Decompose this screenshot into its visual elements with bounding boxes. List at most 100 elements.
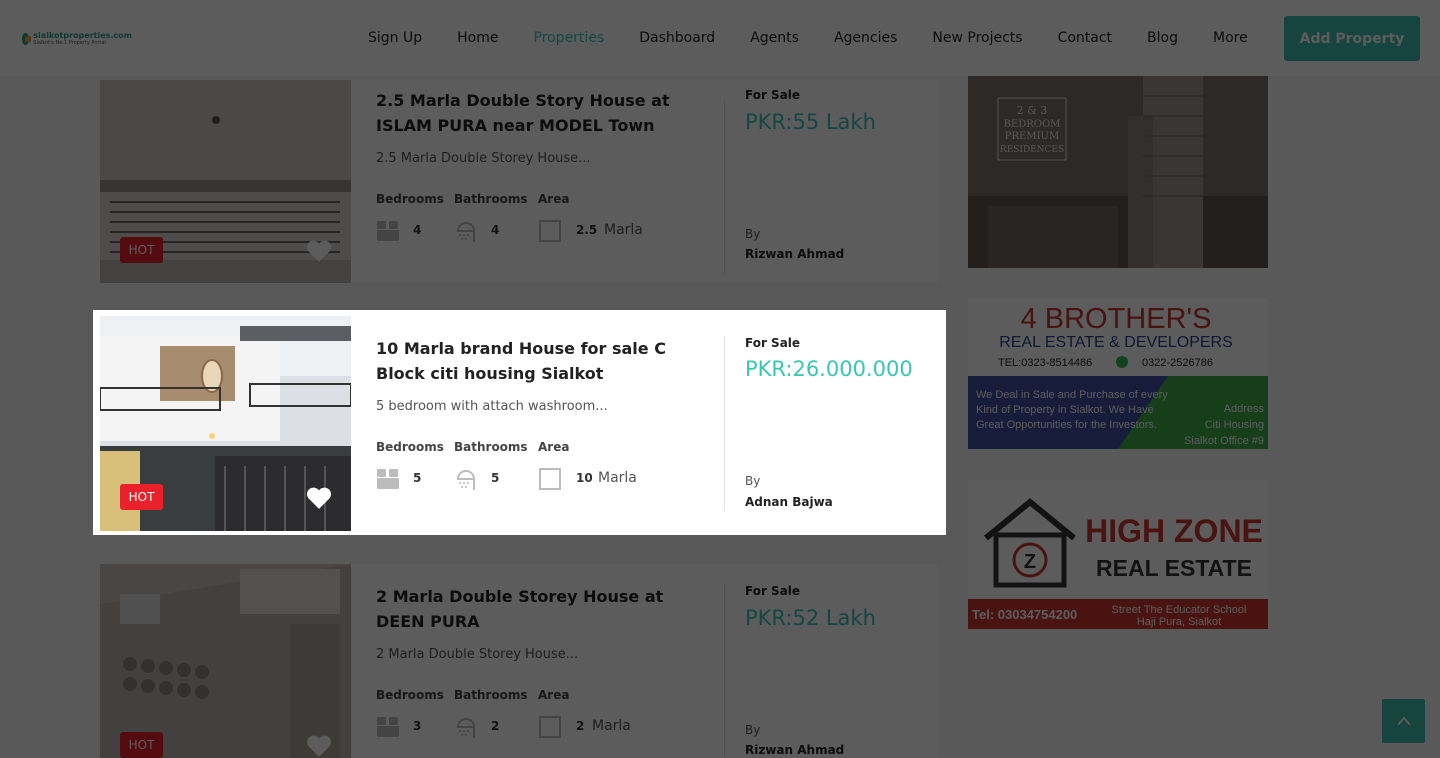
favorite-heart-icon[interactable]	[306, 734, 332, 758]
by-label: By	[745, 474, 761, 488]
card-divider	[724, 584, 725, 758]
ad1-line3: PREMIUM	[1005, 131, 1059, 142]
bed-icon	[376, 219, 400, 243]
hot-badge: HOT	[120, 237, 163, 263]
listing-title[interactable]: 2.5 Marla Double Story House at ISLAM PU…	[376, 88, 701, 138]
by-label: By	[745, 723, 761, 737]
bathrooms-label: Bathrooms	[454, 192, 528, 206]
listing-title[interactable]: 10 Marla brand House for sale C Block ci…	[376, 336, 701, 386]
by-label: By	[745, 227, 761, 241]
area-icon	[538, 467, 562, 491]
logo-icon	[22, 33, 32, 45]
bedrooms-label: Bedrooms	[376, 192, 444, 206]
area-icon	[538, 715, 562, 739]
area-label: Area	[538, 688, 570, 702]
bathrooms-label: Bathrooms	[454, 688, 528, 702]
nav-agents[interactable]: Agents	[750, 30, 799, 46]
svg-text:Z: Z	[1024, 551, 1036, 573]
shower-icon	[454, 467, 478, 491]
area-value: 2.5	[576, 223, 598, 237]
card-divider	[724, 336, 725, 511]
agent-name[interactable]: Rizwan Ahmad	[745, 247, 844, 261]
ad2-addr2: Citi Housing	[1205, 419, 1264, 431]
top-navbar: sialkotproperties.com Sialkot's No.1 Pro…	[0, 0, 1440, 76]
ad2-text3: Great Opportunities for the Investors.	[976, 419, 1157, 431]
logo-line1: sialkotproperties.com	[33, 31, 132, 40]
shower-icon	[454, 219, 478, 243]
sale-status: For Sale	[745, 336, 801, 350]
listing-photo[interactable]	[100, 564, 351, 758]
ad2-tel2: 0322-2526786	[1142, 357, 1213, 369]
bedrooms-count: 4	[413, 223, 422, 237]
agent-name[interactable]: Rizwan Ahmad	[745, 743, 844, 757]
area-unit: Marla	[592, 718, 631, 734]
bedrooms-label: Bedrooms	[376, 688, 444, 702]
area-value: 2	[576, 719, 585, 733]
add-property-button[interactable]: Add Property	[1284, 16, 1420, 61]
area-label: Area	[538, 192, 570, 206]
nav-blog[interactable]: Blog	[1147, 30, 1178, 46]
ad-premium-residences[interactable]: 2 & 3 BEDROOM PREMIUM RESIDENCES	[968, 76, 1268, 268]
nav-home[interactable]: Home	[457, 30, 498, 46]
ad1-line1: 2 & 3	[1017, 104, 1048, 117]
bathrooms-count: 5	[491, 471, 500, 485]
listing-card[interactable]: HOT 2.5 Marla Double Story House at ISLA…	[100, 80, 938, 283]
listing-description: 2 Marla Double Storey House...	[376, 647, 579, 662]
bed-icon	[376, 467, 400, 491]
nav-contact[interactable]: Contact	[1058, 30, 1112, 46]
ad3-line1: HIGH ZONE	[1085, 513, 1263, 549]
ad2-subtitle: REAL ESTATE & DEVELOPERS	[999, 334, 1233, 351]
ad3-tel: Tel: 03034754200	[972, 607, 1077, 622]
bed-icon	[376, 715, 400, 739]
bedrooms-count: 5	[413, 471, 422, 485]
ad3-line2: REAL ESTATE	[1096, 555, 1252, 581]
area-icon	[538, 219, 562, 243]
area-label: Area	[538, 440, 570, 454]
nav-menu: Sign Up Home Properties Dashboard Agents…	[368, 0, 1283, 76]
nav-more[interactable]: More	[1213, 30, 1248, 46]
listing-price: PKR:52 Lakh	[745, 606, 876, 630]
listing-price: PKR:55 Lakh	[745, 110, 876, 134]
area-unit: Marla	[604, 222, 643, 238]
nav-dashboard[interactable]: Dashboard	[639, 30, 715, 46]
logo-line2: Sialkot's No.1 Property Portal	[33, 40, 106, 46]
ad3-addr1: Street The Educator School	[1112, 604, 1247, 616]
shower-icon	[454, 715, 478, 739]
back-to-top-button[interactable]	[1382, 699, 1425, 743]
listing-price: PKR:26.000.000	[745, 357, 913, 381]
ad2-addr3: Sialkot Office #9	[1184, 435, 1264, 447]
sale-status: For Sale	[745, 88, 801, 102]
listing-description: 5 bedroom with attach washroom...	[376, 399, 608, 414]
chevron-up-icon	[1396, 716, 1411, 726]
ad2-text1: We Deal in Sale and Purchase of every	[976, 389, 1168, 401]
bathrooms-count: 4	[491, 223, 500, 237]
sale-status: For Sale	[745, 584, 801, 598]
nav-signup[interactable]: Sign Up	[368, 30, 422, 46]
ad2-addr1: Address	[1224, 403, 1265, 415]
area-value: 10	[576, 471, 593, 485]
ad3-addr2: Haji Pura, Sialkot	[1137, 616, 1221, 628]
favorite-heart-icon[interactable]	[306, 486, 332, 510]
nav-properties[interactable]: Properties	[533, 30, 604, 46]
ad-4-brothers[interactable]: 4 BROTHER'S REAL ESTATE & DEVELOPERS TEL…	[968, 298, 1268, 449]
bathrooms-count: 2	[491, 719, 500, 733]
ad2-title: 4 BROTHER'S	[1021, 303, 1212, 335]
nav-new-projects[interactable]: New Projects	[932, 30, 1022, 46]
bedrooms-count: 3	[413, 719, 422, 733]
hot-badge: HOT	[120, 484, 163, 510]
ad1-line2: BEDROOM	[1004, 119, 1061, 130]
nav-agencies[interactable]: Agencies	[834, 30, 897, 46]
favorite-heart-icon[interactable]	[306, 239, 332, 263]
listing-card[interactable]: HOT 2 Marla Double Storey House at DEEN …	[100, 564, 938, 758]
whatsapp-icon	[1116, 356, 1128, 368]
listing-title[interactable]: 2 Marla Double Storey House at DEEN PURA	[376, 584, 701, 634]
listing-card-highlighted[interactable]: HOT 10 Marla brand House for sale C Bloc…	[100, 316, 938, 531]
bedrooms-label: Bedrooms	[376, 440, 444, 454]
ad-high-zone[interactable]: Z HIGH ZONE REAL ESTATE Tel: 03034754200…	[968, 480, 1268, 629]
area-unit: Marla	[598, 470, 637, 486]
agent-name[interactable]: Adnan Bajwa	[745, 495, 833, 509]
card-divider	[724, 100, 725, 275]
site-logo[interactable]: sialkotproperties.com Sialkot's No.1 Pro…	[22, 30, 132, 48]
ad2-text2: Kind of Property in Sialkot. We Have	[976, 404, 1154, 416]
bathrooms-label: Bathrooms	[454, 440, 528, 454]
